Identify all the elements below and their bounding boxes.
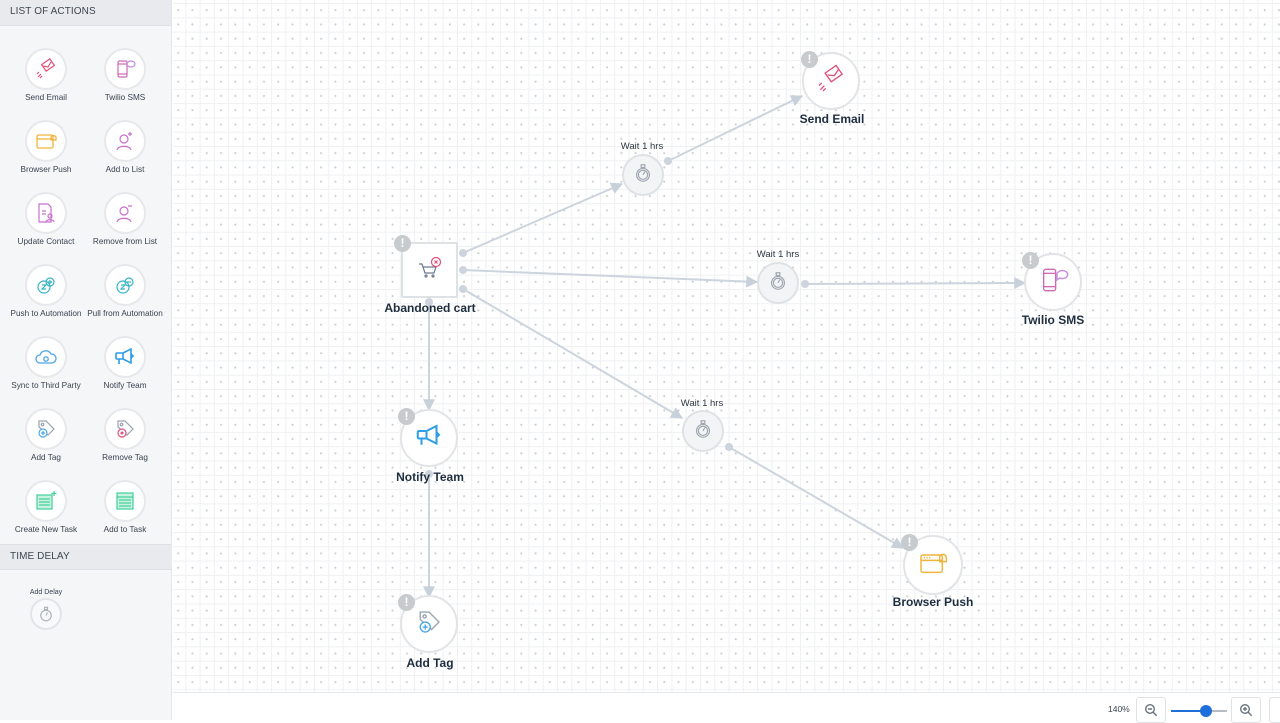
zoom-level: 140%: [1108, 704, 1130, 714]
fit-view-button[interactable]: [1269, 697, 1280, 723]
add-task-icon: [104, 480, 146, 522]
zoom-slider-handle[interactable]: [1199, 705, 1212, 717]
send-email-icon: [25, 48, 67, 90]
zoom-slider[interactable]: [1171, 705, 1227, 717]
pull-automation-icon: [104, 264, 146, 306]
add-tag-icon: [414, 607, 444, 642]
action-notify-team[interactable]: Notify Team: [83, 336, 167, 390]
action-add-tag[interactable]: Add Tag: [4, 408, 88, 462]
warning-badge: !: [1022, 252, 1039, 269]
push-automation-icon: [25, 264, 67, 306]
warning-badge: !: [901, 534, 918, 551]
warning-badge: !: [801, 51, 818, 68]
action-remove-from-list[interactable]: Remove from List: [83, 192, 167, 246]
stopwatch-icon: [632, 162, 654, 189]
actions-list: Send Email Twilio SMS Browser Push Add t…: [0, 26, 171, 544]
stopwatch-icon: [767, 270, 789, 297]
wait-label: Wait 1 hrs: [620, 141, 664, 152]
action-create-new-task[interactable]: Create New Task: [4, 480, 88, 534]
zoom-out-button[interactable]: [1136, 697, 1166, 723]
zoom-out-icon: [1144, 703, 1158, 717]
action-remove-tag[interactable]: Remove Tag: [83, 408, 167, 462]
browser-push-icon: [917, 547, 949, 584]
create-task-icon: [25, 480, 67, 522]
zoom-in-button[interactable]: [1231, 697, 1261, 723]
wait-label: Wait 1 hrs: [756, 249, 800, 260]
trigger-box[interactable]: [401, 242, 458, 298]
megaphone-icon: [414, 421, 444, 456]
wait-label: Wait 1 hrs: [680, 398, 724, 409]
time-delay-header: TIME DELAY: [0, 544, 172, 570]
action-push-to-automation[interactable]: Push to Automation: [4, 264, 88, 318]
megaphone-icon: [104, 336, 146, 378]
actions-sidebar: LIST OF ACTIONS Send Email Twilio SMS Br…: [0, 0, 172, 720]
stopwatch-icon: [30, 598, 62, 630]
action-add-to-list[interactable]: Add to List: [83, 120, 167, 174]
action-pull-from-automation[interactable]: Pull from Automation: [83, 264, 167, 318]
cloud-sync-icon: [25, 336, 67, 378]
cart-remove-icon: [417, 256, 443, 285]
action-browser-push[interactable]: Browser Push: [4, 120, 88, 174]
node-title: Browser Push: [892, 595, 974, 609]
action-add-to-task[interactable]: Add to Task: [83, 480, 167, 534]
remove-user-icon: [104, 192, 146, 234]
sms-phone-icon: [104, 48, 146, 90]
time-delay-section: TIME DELAY: [0, 544, 172, 570]
add-tag-icon: [25, 408, 67, 450]
warning-badge: !: [398, 594, 415, 611]
warning-badge: !: [398, 408, 415, 425]
actions-section-header: LIST OF ACTIONS: [0, 0, 171, 26]
add-delay-item[interactable]: Add Delay: [26, 589, 66, 630]
update-contact-icon: [25, 192, 67, 234]
browser-push-icon: [25, 120, 67, 162]
send-email-icon: [815, 63, 847, 100]
node-title: Send Email: [799, 112, 865, 126]
workflow-canvas[interactable]: [173, 0, 1280, 692]
node-title: Twilio SMS: [1021, 313, 1085, 327]
remove-tag-icon: [104, 408, 146, 450]
node-title: Abandoned cart: [384, 301, 476, 315]
action-sync-third-party[interactable]: Sync to Third Party: [4, 336, 88, 390]
node-title: Notify Team: [396, 470, 464, 484]
action-send-email[interactable]: Send Email: [4, 48, 88, 102]
warning-badge: !: [394, 235, 411, 252]
zoom-toolbar: 140%: [173, 692, 1280, 723]
action-update-contact[interactable]: Update Contact: [4, 192, 88, 246]
zoom-in-icon: [1239, 703, 1253, 717]
add-user-icon: [104, 120, 146, 162]
stopwatch-icon: [692, 418, 714, 445]
node-title: Add Tag: [406, 656, 454, 670]
action-twilio-sms[interactable]: Twilio SMS: [83, 48, 167, 102]
sms-phone-icon: [1037, 264, 1069, 301]
